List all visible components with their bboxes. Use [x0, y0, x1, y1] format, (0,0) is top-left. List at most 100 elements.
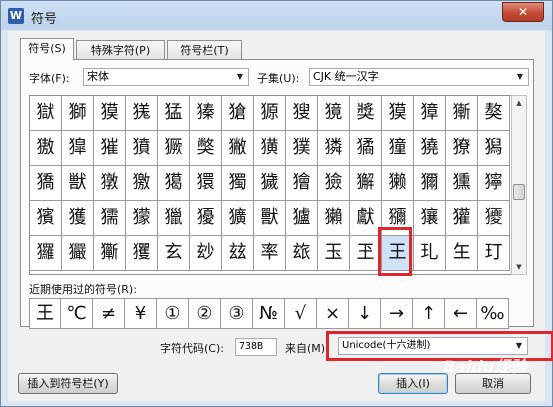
symbol-cell[interactable]: 獥 — [126, 166, 158, 201]
symbol-cell[interactable]: 獧 — [190, 166, 222, 201]
symbol-cell[interactable]: 獑 — [446, 96, 478, 131]
symbol-cell[interactable]: 獒 — [478, 96, 510, 131]
symbol-cell[interactable]: 玁 — [62, 236, 94, 271]
symbol-cell[interactable]: 獂 — [254, 96, 286, 131]
symbol-cell[interactable]: 獉 — [190, 96, 222, 131]
recent-symbol-cell[interactable]: ② — [189, 298, 221, 329]
symbol-cell[interactable]: 獍 — [318, 96, 350, 131]
symbol-grid-scrollbar[interactable]: ▲ ▼ — [511, 95, 527, 275]
symbol-cell[interactable]: 玆 — [222, 236, 254, 271]
symbol-cell[interactable]: 玈 — [286, 236, 318, 271]
symbol-cell[interactable]: 獶 — [190, 201, 222, 236]
symbol-cell[interactable]: 獙 — [222, 131, 254, 166]
scroll-down-icon[interactable]: ▼ — [512, 260, 526, 274]
symbol-cell[interactable]: 玂 — [94, 236, 126, 271]
recent-symbol-cell[interactable]: ③ — [221, 298, 253, 329]
symbol-cell[interactable]: 獪 — [286, 166, 318, 201]
symbol-cell[interactable]: 獢 — [30, 166, 62, 201]
symbol-cell[interactable]: 獛 — [286, 131, 318, 166]
symbol-cell[interactable]: 獄 — [30, 96, 62, 131]
symbol-cell[interactable]: 獰 — [478, 166, 510, 201]
symbol-cell[interactable]: 獦 — [158, 166, 190, 201]
symbol-cell[interactable]: 獸 — [254, 201, 286, 236]
symbol-cell[interactable]: 獅 — [62, 96, 94, 131]
symbol-cell[interactable]: 獽 — [414, 201, 446, 236]
symbol-cell[interactable]: 獵 — [158, 201, 190, 236]
symbol-cell[interactable]: 獠 — [446, 131, 478, 166]
symbol-cell[interactable]: 獓 — [30, 131, 62, 166]
recent-symbol-cell[interactable]: √ — [285, 298, 317, 329]
symbol-cell[interactable]: 獯 — [446, 166, 478, 201]
scroll-thumb[interactable] — [513, 184, 525, 200]
symbol-cell[interactable]: 獟 — [414, 131, 446, 166]
symbol-cell[interactable]: 玎 — [478, 236, 510, 271]
recent-symbol-cell[interactable]: ← — [445, 298, 477, 329]
symbol-cell[interactable]: 獐 — [414, 96, 446, 131]
symbol-cell[interactable]: 玃 — [126, 236, 158, 271]
char-code-input[interactable]: 738B — [235, 338, 277, 356]
symbol-cell[interactable]: 獗 — [158, 131, 190, 166]
symbol-cell[interactable]: 玌 — [414, 236, 446, 271]
insert-to-symbol-bar-button[interactable]: 插入到符号栏(Y) — [18, 373, 118, 394]
symbol-cell[interactable]: 玉 — [318, 236, 350, 271]
symbol-cell[interactable]: 獴 — [126, 201, 158, 236]
symbol-cell[interactable]: 獏 — [94, 96, 126, 131]
recent-symbol-cell[interactable]: ↓ — [349, 298, 381, 329]
symbol-cell[interactable]: 獱 — [30, 201, 62, 236]
close-button[interactable]: ✕ — [502, 2, 544, 22]
symbol-cell[interactable]: 獚 — [254, 131, 286, 166]
recent-symbol-cell[interactable]: → — [381, 298, 413, 329]
recent-symbol-cell[interactable]: × — [317, 298, 349, 329]
symbol-cell[interactable]: 獇 — [126, 96, 158, 131]
font-select[interactable]: 宋体 ▼ — [83, 68, 249, 86]
symbol-cell[interactable]: 獬 — [350, 166, 382, 201]
symbol-cell[interactable]: 獞 — [382, 131, 414, 166]
symbol-cell[interactable]: 獔 — [62, 131, 94, 166]
symbol-cell[interactable]: 獊 — [222, 96, 254, 131]
symbol-cell[interactable]: 玅 — [190, 236, 222, 271]
symbol-cell[interactable]: 玄 — [158, 236, 190, 271]
symbol-cell[interactable]: 獘 — [190, 131, 222, 166]
symbol-cell[interactable]: 獩 — [254, 166, 286, 201]
tab-symbols[interactable]: 符号(S) — [20, 38, 74, 60]
recent-symbol-cell[interactable]: ① — [157, 298, 189, 329]
symbol-cell[interactable]: 獏 — [382, 96, 414, 131]
tab-special-chars[interactable]: 特殊字符(P) — [76, 40, 165, 59]
symbol-cell[interactable]: 獫 — [318, 166, 350, 201]
symbol-cell[interactable]: 率 — [254, 236, 286, 271]
symbol-cell[interactable]: 猛 — [158, 96, 190, 131]
tab-symbol-bar[interactable]: 符号栏(T) — [167, 40, 242, 59]
symbol-cell[interactable]: 獳 — [94, 201, 126, 236]
recent-symbol-cell[interactable]: ↑ — [413, 298, 445, 329]
symbol-cell[interactable]: 獮 — [414, 166, 446, 201]
symbol-cell[interactable]: 獜 — [318, 131, 350, 166]
symbol-cell[interactable]: 獝 — [350, 131, 382, 166]
symbol-cell[interactable]: 獕 — [94, 131, 126, 166]
insert-button[interactable]: 插入(I) — [378, 373, 448, 394]
symbol-cell[interactable]: 玀 — [30, 236, 62, 271]
symbol-cell[interactable]: 獤 — [94, 166, 126, 201]
symbol-cell[interactable]: 獎 — [350, 96, 382, 131]
symbol-cell[interactable]: 獺 — [318, 201, 350, 236]
symbol-cell[interactable]: 獨 — [222, 166, 254, 201]
symbol-cell[interactable]: 獖 — [126, 131, 158, 166]
symbol-cell[interactable]: 獣 — [62, 166, 94, 201]
subset-select[interactable]: CJK 统一汉字 ▼ — [309, 68, 529, 86]
recent-symbol-cell[interactable]: ‰ — [477, 298, 509, 329]
symbol-cell[interactable]: 獻 — [350, 201, 382, 236]
symbol-cell[interactable]: 獀 — [286, 96, 318, 131]
scroll-up-icon[interactable]: ▲ — [512, 96, 526, 110]
recent-symbol-cell[interactable]: ≠ — [93, 298, 125, 329]
symbol-cell[interactable]: 獲 — [62, 201, 94, 236]
symbol-cell[interactable]: 玊 — [350, 236, 382, 271]
symbol-cell[interactable]: 獹 — [286, 201, 318, 236]
symbol-cell[interactable]: 玍 — [446, 236, 478, 271]
symbol-cell[interactable]: 獾 — [446, 201, 478, 236]
symbol-cell[interactable]: 獿 — [478, 201, 510, 236]
recent-symbol-cell[interactable]: ℃ — [61, 298, 93, 329]
symbol-cell[interactable]: 獷 — [222, 201, 254, 236]
symbol-cell[interactable]: 獼 — [382, 201, 414, 236]
symbol-cell[interactable]: 王 — [382, 236, 414, 271]
symbol-cell[interactable]: 獭 — [382, 166, 414, 201]
symbol-cell[interactable]: 獡 — [478, 131, 510, 166]
